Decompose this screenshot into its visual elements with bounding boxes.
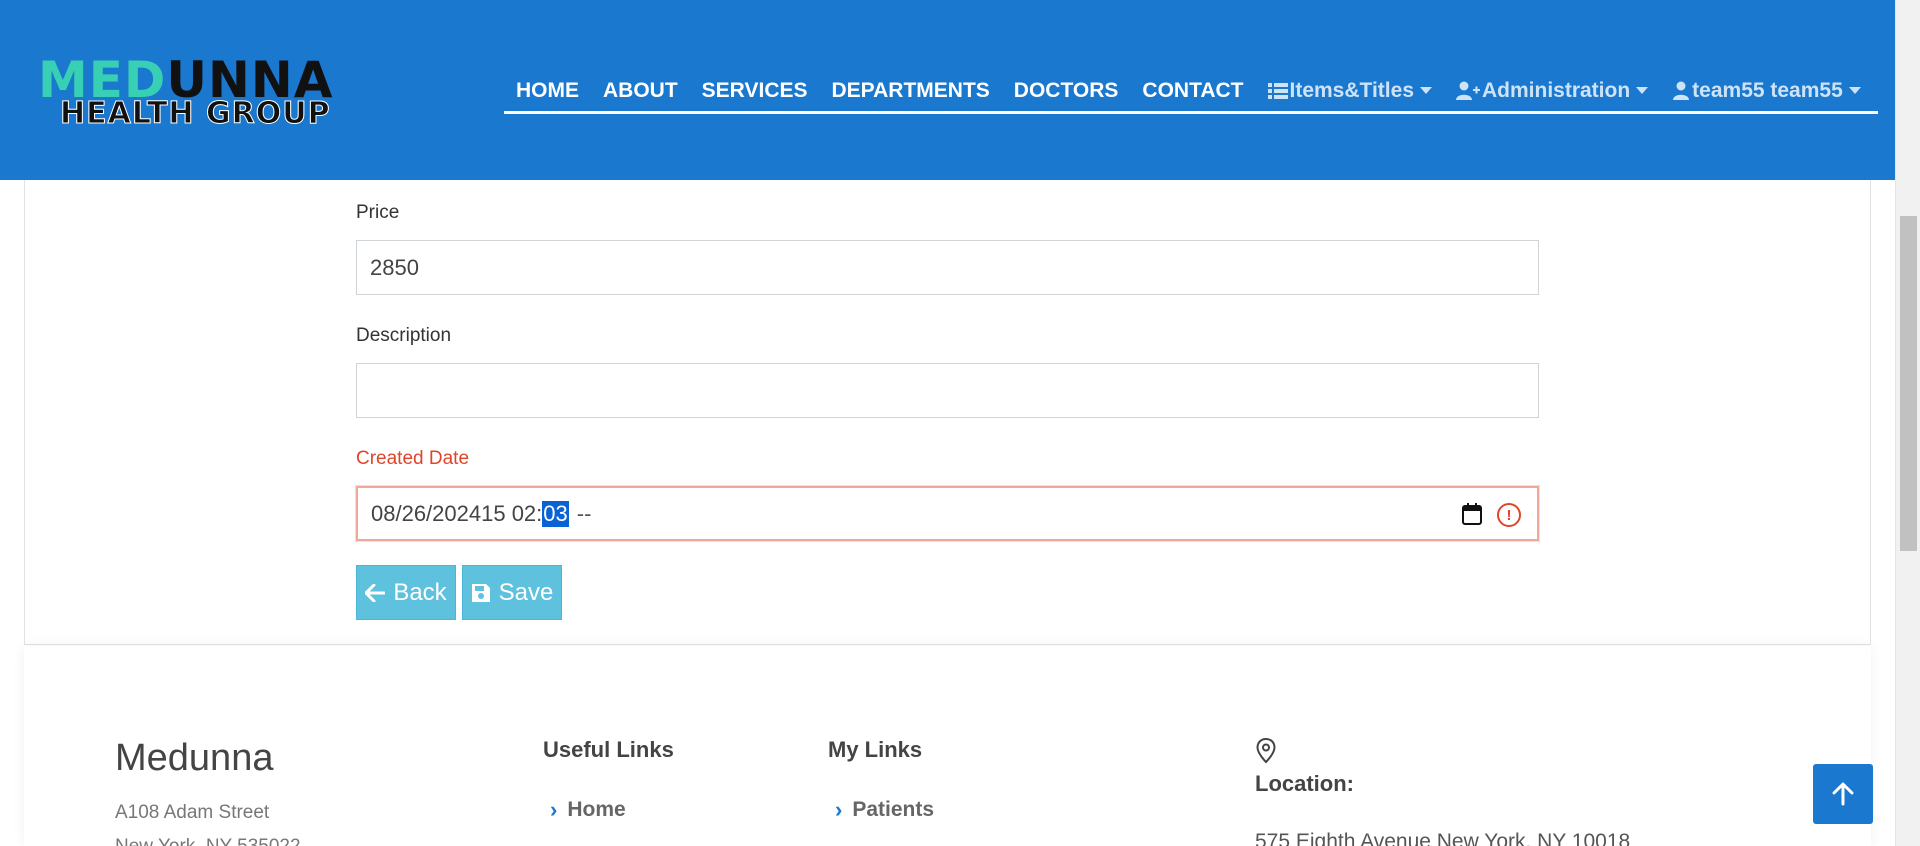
caret-down-icon	[1636, 87, 1649, 94]
my-links-title: My Links	[828, 737, 923, 762]
calendar-icon[interactable]	[1462, 503, 1482, 525]
arrow-up-icon	[1832, 782, 1854, 806]
main-nav: HOME ABOUT SERVICES DEPARTMENTS DOCTORS …	[504, 70, 1878, 114]
user-icon	[1673, 81, 1690, 100]
chevron-right-icon: ›	[835, 797, 843, 822]
list-icon	[1267, 82, 1288, 99]
footer-brand: Medunna	[115, 737, 274, 779]
nav-departments[interactable]: DEPARTMENTS	[832, 79, 990, 103]
scrollbar-thumb[interactable]	[1900, 216, 1917, 551]
location-address: 575 Eighth Avenue New York, NY 10018	[1255, 830, 1631, 846]
created-date-ampm[interactable]: --	[577, 501, 592, 527]
price-value: 2850	[370, 254, 419, 280]
nav-services[interactable]: SERVICES	[702, 79, 808, 103]
map-pin-icon	[1256, 738, 1276, 764]
nav-user-dropdown[interactable]: team55 team55	[1672, 79, 1861, 103]
footer-link-patients[interactable]: › Patients	[835, 797, 934, 823]
nav-home-label: HOME	[516, 78, 579, 102]
logo-subtitle: HEALTH GROUP	[60, 96, 331, 131]
nav-departments-label: DEPARTMENTS	[831, 78, 990, 102]
description-input[interactable]	[356, 363, 1539, 418]
back-button-label: Back	[393, 578, 447, 606]
nav-about[interactable]: ABOUT	[603, 79, 678, 103]
nav-user-label: team55 team55	[1692, 78, 1843, 102]
page: MEDUNNA HEALTH GROUP HOME ABOUT SERVICES…	[0, 0, 1920, 846]
nav-contact[interactable]: CONTACT	[1142, 79, 1243, 103]
vertical-scrollbar[interactable]	[1895, 0, 1920, 846]
caret-down-icon	[1848, 87, 1861, 94]
chevron-right-icon: ›	[550, 797, 558, 822]
nav-doctors-label: DOCTORS	[1013, 78, 1119, 102]
nav-items-titles-dropdown[interactable]: Items&Titles	[1267, 78, 1432, 103]
footer	[24, 646, 1871, 846]
created-date-value: 08/26/202415 02:	[371, 500, 543, 526]
description-label: Description	[356, 325, 452, 346]
useful-links-title: Useful Links	[543, 737, 674, 762]
price-label: Price	[356, 202, 400, 223]
location-label: Location:	[1255, 771, 1354, 796]
footer-address-line1: A108 Adam Street	[115, 802, 270, 823]
footer-address-line2: New York, NY 535022	[115, 836, 301, 846]
price-input[interactable]: 2850	[356, 240, 1539, 295]
created-date-selected-segment[interactable]: 03	[542, 500, 569, 527]
back-button[interactable]: Back	[356, 565, 456, 620]
nav-contact-label: CONTACT	[1142, 78, 1244, 102]
header: MEDUNNA HEALTH GROUP HOME ABOUT SERVICES…	[0, 0, 1895, 180]
logo[interactable]: MEDUNNA HEALTH GROUP	[38, 55, 478, 130]
created-date-input[interactable]: 08/26/202415 02: 03 -- !	[356, 486, 1539, 541]
error-icon: !	[1497, 503, 1521, 527]
nav-services-label: SERVICES	[701, 78, 808, 102]
save-icon	[471, 583, 490, 602]
footer-link-home[interactable]: › Home	[550, 797, 626, 823]
footer-link-home-label: Home	[567, 798, 626, 821]
arrow-left-icon	[365, 583, 386, 602]
nav-administration-dropdown[interactable]: Administration	[1456, 78, 1649, 103]
nav-administration-label: Administration	[1482, 78, 1631, 102]
save-button-label: Save	[498, 578, 554, 606]
user-plus-icon	[1456, 81, 1480, 100]
scroll-to-top-button[interactable]	[1813, 764, 1873, 824]
nav-home[interactable]: HOME	[516, 79, 579, 103]
created-date-label: Created Date	[356, 448, 470, 469]
nav-items-titles-label: Items&Titles	[1289, 78, 1415, 102]
caret-down-icon	[1420, 87, 1432, 94]
footer-link-patients-label: Patients	[852, 798, 935, 821]
nav-doctors[interactable]: DOCTORS	[1014, 79, 1119, 103]
save-button[interactable]: Save	[462, 565, 562, 620]
nav-about-label: ABOUT	[603, 78, 678, 102]
